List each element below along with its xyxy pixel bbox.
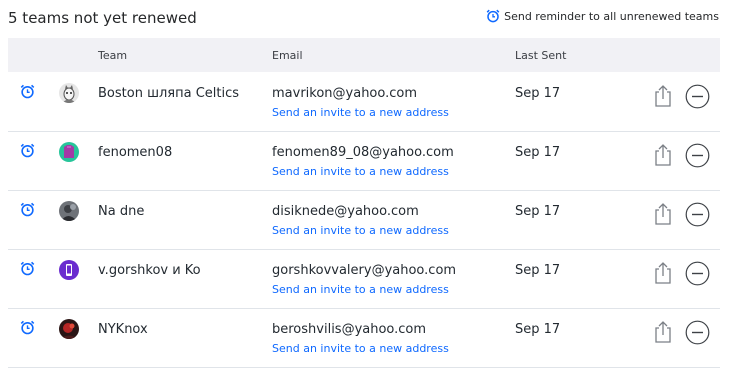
last-sent-date: Sep 17 [515,263,561,278]
share-icon [655,321,671,343]
minus-circle-icon [685,143,710,168]
remove-team-button[interactable] [685,320,710,349]
share-button[interactable] [652,143,674,171]
table-row: fenomen08 fenomen89_08@yahoo.com Send an i… [8,132,720,191]
last-sent-date: Sep 17 [515,204,561,219]
email-address: disiknede@yahoo.com [272,204,419,219]
email-address: mavrikon@yahoo.com [272,86,418,101]
alarm-clock-icon [20,143,35,158]
team-name: Na dne [98,204,145,219]
alarm-clock-icon [486,9,500,23]
minus-circle-icon [685,320,710,345]
send-reminder-button[interactable] [20,143,35,162]
minus-circle-icon [685,202,710,227]
remove-team-button[interactable] [685,261,710,290]
remove-team-button[interactable] [685,202,710,231]
alarm-clock-icon [20,84,35,99]
team-name: NYKnox [98,322,148,337]
alarm-clock-icon [20,202,35,217]
share-icon [655,262,671,284]
column-header-last-sent: Last Sent [515,49,567,62]
team-avatar [59,201,79,221]
table-row: Boston шляпа Celtics mavrikon@yahoo.com Se… [8,73,720,132]
share-button[interactable] [652,320,674,348]
team-avatar [59,260,79,280]
table-header: Team Email Last Sent [8,38,720,72]
column-header-email: Email [272,49,303,62]
share-icon [655,203,671,225]
share-icon [655,144,671,166]
send-reminder-button[interactable] [20,84,35,103]
team-avatar [59,319,79,339]
remove-team-button[interactable] [685,143,710,172]
send-reminder-label: Send reminder to all unrenewed teams [504,9,719,23]
column-header-team: Team [98,49,128,62]
send-reminder-button[interactable] [20,261,35,280]
send-invite-new-address-link[interactable]: Send an invite to a new address [272,106,449,119]
alarm-clock-icon [20,261,35,276]
share-button[interactable] [652,84,674,112]
send-invite-new-address-link[interactable]: Send an invite to a new address [272,224,449,237]
table-row: NYKnox beroshvilis@yahoo.com Send an invit… [8,309,720,368]
email-address: gorshkovvalery@yahoo.com [272,263,457,278]
alarm-clock-icon [20,320,35,335]
share-icon [655,85,671,107]
send-invite-new-address-link[interactable]: Send an invite to a new address [272,283,449,296]
table-row: v.gorshkov и Ko gorshkovvalery@yahoo.com S… [8,250,720,309]
team-name: Boston шляпа Celtics [98,86,240,101]
last-sent-date: Sep 17 [515,86,561,101]
email-address: fenomen89_08@yahoo.com [272,145,454,160]
remove-team-button[interactable] [685,84,710,113]
email-address: beroshvilis@yahoo.com [272,322,427,337]
send-invite-new-address-link[interactable]: Send an invite to a new address [272,342,449,355]
share-button[interactable] [652,202,674,230]
team-name: fenomen08 [98,145,173,160]
send-invite-new-address-link[interactable]: Send an invite to a new address [272,165,449,178]
team-avatar [59,142,79,162]
table-row: Na dne disiknede@yahoo.com Send an invite … [8,191,720,250]
team-name: v.gorshkov и Ko [98,263,201,278]
send-reminder-button[interactable] [20,320,35,339]
last-sent-date: Sep 17 [515,145,561,160]
team-avatar [59,83,79,103]
minus-circle-icon [685,261,710,286]
minus-circle-icon [685,84,710,109]
share-button[interactable] [652,261,674,289]
send-reminder-button[interactable] [20,202,35,221]
page-title: 5 teams not yet renewed [8,9,197,27]
send-reminder-all-link[interactable]: Send reminder to all unrenewed teams [486,9,719,23]
last-sent-date: Sep 17 [515,322,561,337]
